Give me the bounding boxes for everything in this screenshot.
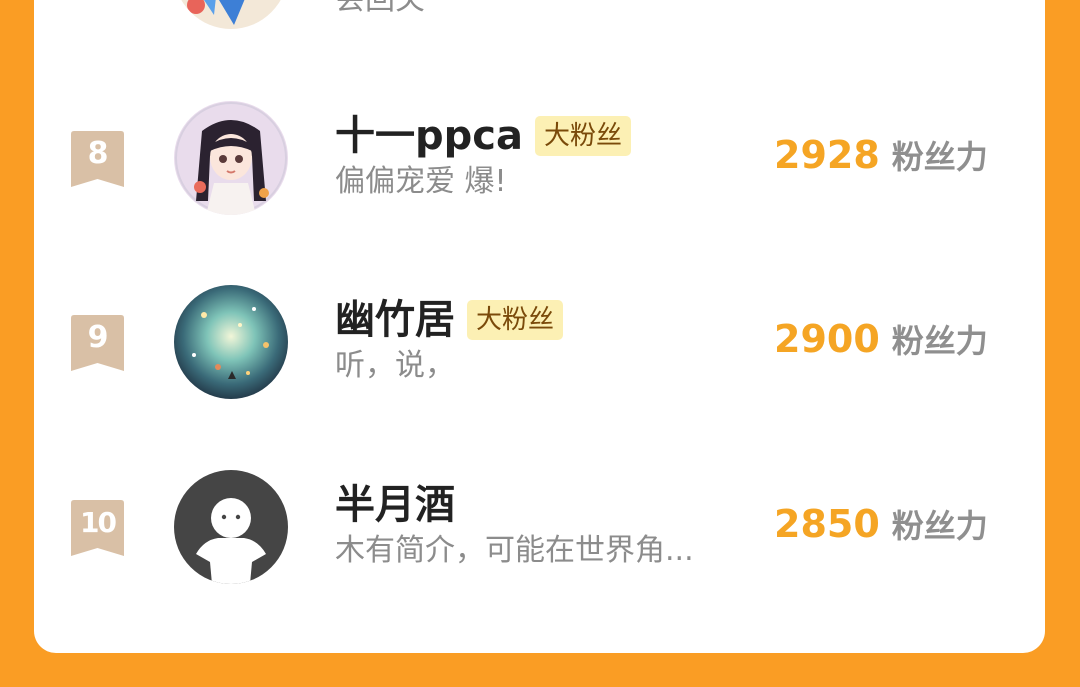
- fan-power: 2850 粉丝力: [774, 500, 988, 550]
- rank-ribbon: 9: [71, 315, 124, 371]
- fan-power-unit: 粉丝力: [891, 138, 988, 176]
- avatar[interactable]: [174, 285, 288, 399]
- anime-girl-avatar-icon: [174, 101, 288, 215]
- name-line: 十一ppca 大粉丝: [335, 111, 631, 161]
- fan-power-value: 2900: [774, 317, 880, 361]
- fan-power: 2928 粉丝力: [774, 131, 988, 181]
- rank-number: 10: [80, 506, 117, 539]
- fan-ranking-card: 会回关 8 十一ppca: [34, 0, 1045, 653]
- fan-level-badge: 大粉丝: [467, 300, 564, 340]
- rank-ribbon: 10: [71, 500, 124, 556]
- rank-ribbon: 8: [71, 131, 124, 187]
- user-name[interactable]: 半月酒: [335, 481, 455, 529]
- name-line: 幽竹居 大粉丝: [335, 295, 564, 345]
- starry-galaxy-avatar-icon: [174, 285, 288, 399]
- fan-power-value: 2850: [774, 502, 880, 546]
- anime-avatar-blue-icon: [174, 0, 288, 29]
- avatar-partial[interactable]: [174, 0, 288, 29]
- user-bio: 偏偏宠爱 爆!: [335, 164, 507, 199]
- leaderboard-row[interactable]: 8 十一ppca 大粉丝 偏偏宠爱 爆! 2928 粉丝力: [34, 99, 1045, 229]
- user-bio: 听，说，: [335, 348, 455, 383]
- fan-power-unit: 粉丝力: [891, 507, 988, 545]
- avatar[interactable]: [174, 101, 288, 215]
- user-name[interactable]: 幽竹居: [335, 296, 455, 344]
- fan-power-unit: 粉丝力: [891, 322, 988, 360]
- fan-power: 2900 粉丝力: [774, 315, 988, 365]
- leaderboard-row-partial[interactable]: 会回关: [34, 0, 1045, 45]
- leaderboard-row[interactable]: 10 半月酒 木有简介，可能在世界角... 2850 粉丝力: [34, 468, 1045, 598]
- user-bio: 木有简介，可能在世界角...: [335, 533, 694, 568]
- rank-number: 8: [87, 136, 109, 171]
- default-user-avatar-icon: [174, 470, 288, 584]
- fan-level-badge: 大粉丝: [534, 116, 631, 156]
- user-bio: 会回关: [335, 0, 425, 19]
- rank-number: 9: [87, 320, 109, 355]
- leaderboard-row[interactable]: 9 幽竹居 大粉丝 听，说， 2900 粉丝力: [34, 283, 1045, 413]
- name-line: 半月酒: [335, 480, 455, 530]
- avatar[interactable]: [174, 470, 288, 584]
- fan-power-value: 2928: [774, 133, 880, 177]
- user-name[interactable]: 十一ppca: [335, 112, 523, 160]
